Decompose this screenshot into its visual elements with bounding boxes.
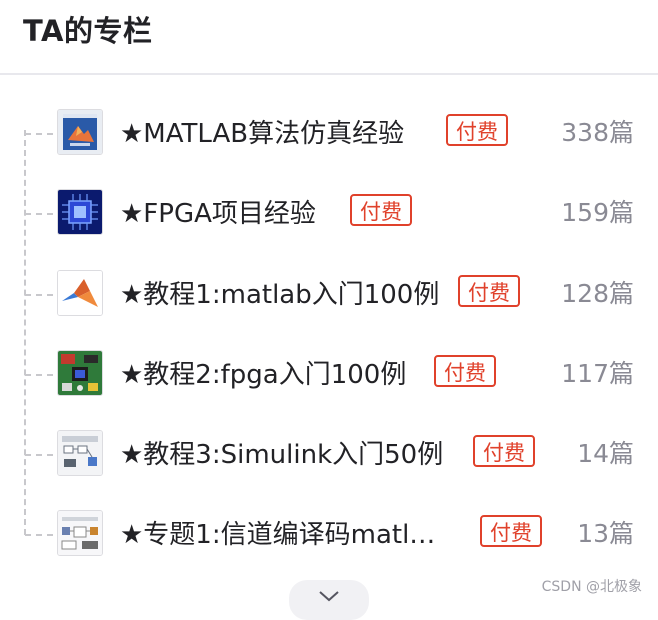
section-title: TA的专栏 [23, 14, 153, 48]
column-name[interactable]: ★教程2:fpga入门100例 [120, 354, 406, 391]
paid-badge: 付费 [458, 275, 520, 307]
paid-badge: 付费 [473, 435, 535, 467]
article-count: 117篇 [561, 359, 634, 388]
column-item-fpga-project[interactable]: ★FPGA项目经验 付费 159篇 [0, 189, 658, 243]
fpga-chip-icon [57, 189, 103, 235]
section-header: TA的专栏 [0, 0, 658, 75]
tree-branch-dash [25, 534, 53, 536]
tree-branch-dash [25, 374, 53, 376]
column-name[interactable]: ★专题1:信道编译码matl… [120, 514, 435, 551]
csdn-watermark: CSDN @北极象 [541, 579, 642, 595]
column-item-simulink-tutorial[interactable]: ★教程3:Simulink入门50例 付费 14篇 [0, 430, 658, 484]
matlab-logo-icon [57, 270, 103, 316]
column-item-fpga-tutorial[interactable]: ★教程2:fpga入门100例 付费 117篇 [0, 350, 658, 404]
tree-branch-dash [25, 294, 53, 296]
article-count: 159篇 [561, 198, 634, 227]
tree-branch-dash [25, 133, 53, 135]
channel-coding-diagram-icon [57, 510, 103, 556]
column-name[interactable]: ★教程3:Simulink入门50例 [120, 434, 443, 471]
column-item-channel-coding[interactable]: ★专题1:信道编译码matl… 付费 13篇 [0, 510, 658, 564]
column-item-matlab-algorithm[interactable]: ★MATLAB算法仿真经验 付费 338篇 [0, 109, 658, 163]
simulink-model-icon [57, 430, 103, 476]
article-count: 13篇 [577, 519, 634, 548]
matlab-book-cover-icon [57, 109, 103, 155]
paid-badge: 付费 [480, 515, 542, 547]
tree-branch-dash [25, 454, 53, 456]
article-count: 14篇 [577, 439, 634, 468]
expand-more-button[interactable] [289, 580, 369, 620]
article-count: 338篇 [561, 118, 634, 147]
column-name[interactable]: ★教程1:matlab入门100例 [120, 274, 439, 311]
paid-badge: 付费 [434, 355, 496, 387]
paid-badge: 付费 [446, 114, 508, 146]
article-count: 128篇 [561, 279, 634, 308]
fpga-board-icon [57, 350, 103, 396]
paid-badge: 付费 [350, 194, 412, 226]
column-name[interactable]: ★MATLAB算法仿真经验 [120, 113, 404, 150]
column-name[interactable]: ★FPGA项目经验 [120, 193, 316, 230]
tree-branch-dash [25, 213, 53, 215]
chevron-down-icon [319, 591, 339, 602]
column-item-matlab-tutorial[interactable]: ★教程1:matlab入门100例 付费 128篇 [0, 270, 658, 324]
